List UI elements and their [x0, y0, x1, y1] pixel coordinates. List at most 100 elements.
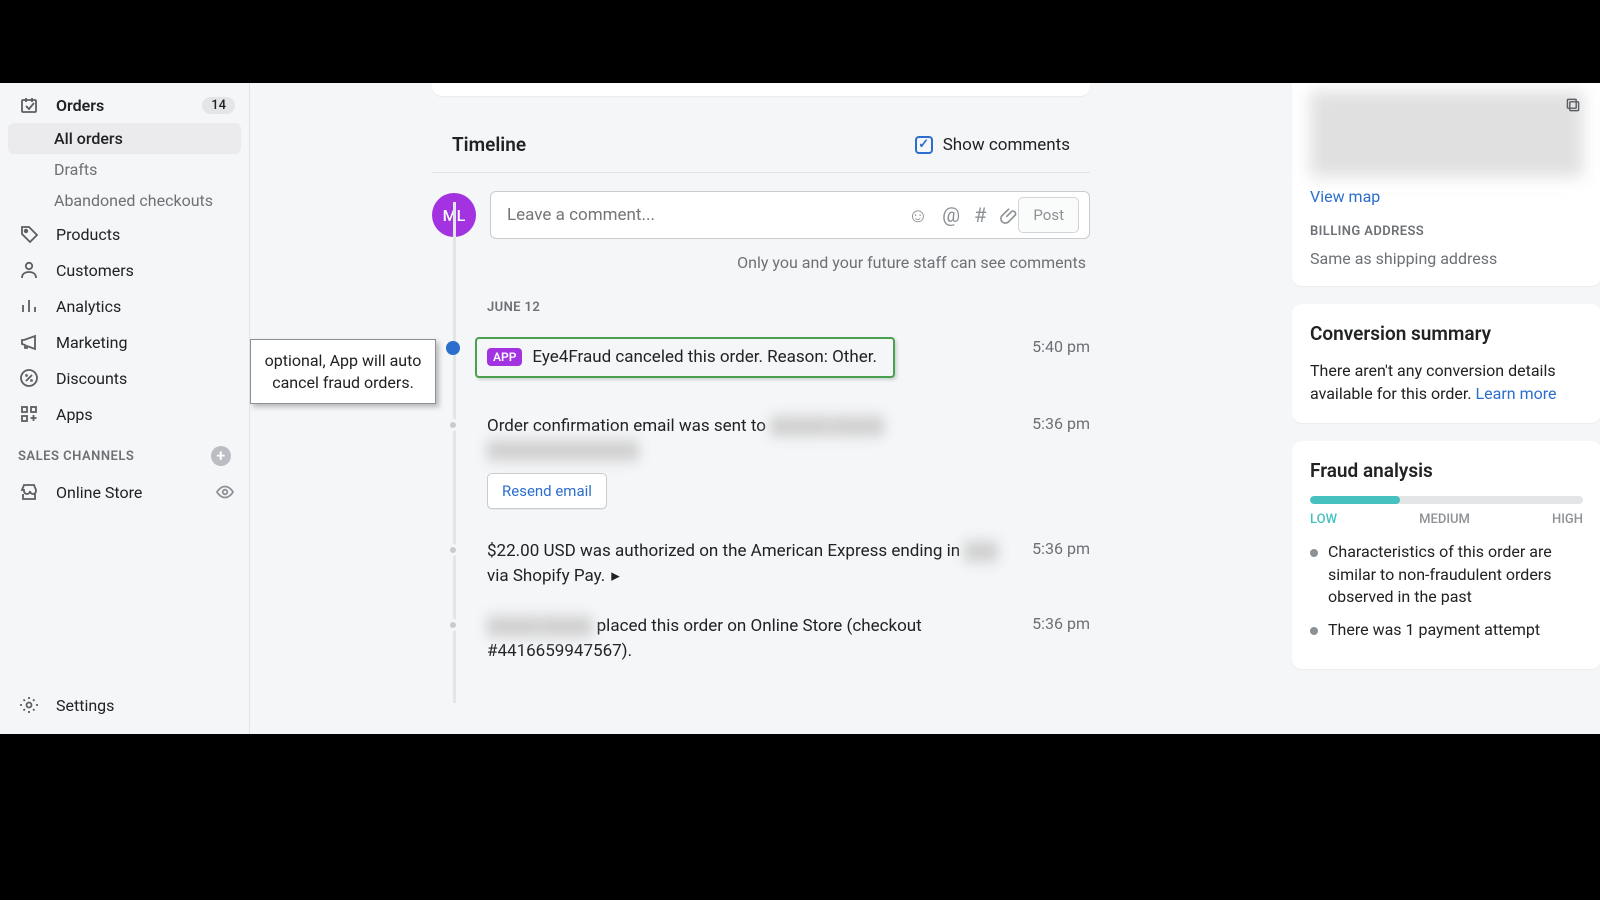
comment-toolbar: ☺ @ # — [908, 203, 1019, 228]
conversion-card: Conversion summary There aren't any conv… — [1292, 304, 1600, 423]
sidebar-item-customers[interactable]: Customers — [0, 252, 249, 288]
checkbox-icon: ✓ — [915, 136, 933, 154]
fraud-list-item: There was 1 payment attempt — [1310, 619, 1583, 641]
conversion-text: There aren't any conversion details avai… — [1310, 359, 1583, 405]
timeline-event-time: 5:36 pm — [1032, 614, 1090, 633]
sidebar-item-apps[interactable]: Apps — [0, 396, 249, 432]
resend-email-button[interactable]: Resend email — [487, 473, 607, 509]
customers-label: Customers — [56, 261, 134, 280]
app-frame: Orders 14 All orders Drafts Abandoned ch… — [0, 83, 1600, 734]
sidebar-item-marketing[interactable]: Marketing — [0, 324, 249, 360]
conversion-title: Conversion summary — [1310, 322, 1583, 345]
orders-badge: 14 — [202, 97, 235, 114]
settings-label: Settings — [56, 696, 114, 715]
timeline-item: xxxxxx xxxxxx placed this order on Onlin… — [487, 614, 1090, 663]
show-comments-label: Show comments — [943, 135, 1070, 155]
sidebar-nav: Orders 14 All orders Drafts Abandoned ch… — [0, 87, 249, 684]
timeline-dot-icon — [446, 341, 460, 355]
attachment-icon[interactable] — [1000, 206, 1018, 224]
marketing-label: Marketing — [56, 333, 127, 352]
tag-icon — [18, 223, 40, 245]
timeline-event-text: Eye4Fraud canceled this order. Reason: O… — [532, 347, 877, 367]
timeline-event-text: xxxxxx xxxxxx placed this order on Onlin… — [487, 614, 1016, 663]
sales-channels-header: SALES CHANNELS + — [0, 432, 249, 474]
sidebar-item-discounts[interactable]: Discounts — [0, 360, 249, 396]
fraud-meter-fill — [1310, 496, 1400, 504]
sidebar-item-all-orders[interactable]: All orders — [8, 123, 241, 154]
app-badge: APP — [487, 348, 522, 366]
redacted-address — [1310, 91, 1583, 177]
annotation-callout: optional, App will auto cancel fraud ord… — [250, 339, 436, 404]
comment-visibility-note: Only you and your future staff can see c… — [432, 239, 1090, 272]
chart-icon — [18, 295, 40, 317]
analytics-label: Analytics — [56, 297, 121, 316]
fraud-level-medium: MEDIUM — [1419, 512, 1470, 527]
timeline-body: JUNE 12 APP Eye4Fraud canceled this orde… — [432, 272, 1090, 663]
comment-input[interactable] — [507, 205, 908, 225]
post-button[interactable]: Post — [1018, 197, 1079, 233]
sidebar-item-drafts[interactable]: Drafts — [0, 154, 249, 185]
discount-icon — [18, 367, 40, 389]
fraud-title: Fraud analysis — [1310, 459, 1583, 482]
timeline-event-text[interactable]: $22.00 USD was authorized on the America… — [487, 539, 1016, 588]
view-map-link[interactable]: View map — [1310, 187, 1583, 206]
callout-text: optional, App will auto cancel fraud ord… — [265, 351, 422, 392]
megaphone-icon — [18, 331, 40, 353]
shipping-card: View map BILLING ADDRESS Same as shippin… — [1292, 83, 1600, 286]
fraud-card: Fraud analysis LOW MEDIUM HIGH Character… — [1292, 441, 1600, 669]
sidebar-item-abandoned[interactable]: Abandoned checkouts — [0, 185, 249, 216]
apps-icon — [18, 403, 40, 425]
letterbox-bottom — [0, 734, 1600, 900]
fraud-level-low: LOW — [1310, 512, 1337, 527]
expand-icon[interactable]: ▸ — [611, 566, 620, 586]
fraud-level-high: HIGH — [1552, 512, 1583, 527]
redacted-text: xxxxxx xxxxxx — [487, 614, 592, 639]
show-comments-toggle[interactable]: ✓ Show comments — [915, 135, 1070, 155]
fraud-list-item: Characteristics of this order are simila… — [1310, 541, 1583, 608]
timeline-item: Order confirmation email was sent to xxx… — [487, 414, 1090, 509]
store-icon — [18, 481, 40, 503]
sidebar-item-settings[interactable]: Settings — [0, 684, 249, 734]
card-top-stub — [432, 83, 1090, 96]
fraud-meter — [1310, 496, 1583, 504]
timeline-event-time: 5:36 pm — [1032, 539, 1090, 558]
gear-icon — [18, 694, 40, 716]
right-column: View map BILLING ADDRESS Same as shippin… — [1292, 83, 1600, 669]
letterbox-top — [0, 0, 1600, 83]
timeline-dot-icon — [447, 544, 459, 556]
products-label: Products — [56, 225, 120, 244]
billing-heading: BILLING ADDRESS — [1310, 224, 1583, 239]
billing-text: Same as shipping address — [1310, 249, 1583, 268]
add-channel-button[interactable]: + — [211, 446, 231, 466]
timeline-header: Timeline ✓ Show comments — [432, 123, 1090, 173]
timeline-item: $22.00 USD was authorized on the America… — [487, 539, 1090, 588]
discounts-label: Discounts — [56, 369, 127, 388]
hashtag-icon[interactable]: # — [974, 203, 986, 227]
copy-icon[interactable] — [1565, 97, 1583, 115]
timeline-title: Timeline — [452, 133, 526, 156]
view-store-icon[interactable] — [215, 482, 235, 502]
highlighted-event: APP Eye4Fraud canceled this order. Reaso… — [475, 337, 895, 378]
timeline-event-text: Order confirmation email was sent to xxx… — [487, 414, 884, 509]
timeline-event-time: 5:40 pm — [1032, 337, 1090, 356]
learn-more-link[interactable]: Learn more — [1476, 384, 1557, 403]
orders-icon — [18, 94, 40, 116]
sidebar-item-orders[interactable]: Orders 14 — [0, 87, 249, 123]
comment-composer: ML ☺ @ # Post — [432, 173, 1090, 239]
sidebar-item-products[interactable]: Products — [0, 216, 249, 252]
timeline-item: APP Eye4Fraud canceled this order. Reaso… — [487, 337, 1090, 378]
redacted-text: xxxxxxx xxxxxx — [770, 414, 884, 439]
redacted-text: xxxx — [964, 539, 998, 564]
fraud-analysis-list: Characteristics of this order are simila… — [1310, 541, 1583, 641]
redacted-text: xxxxxxxxxxxxxxxxxx — [487, 438, 639, 463]
comment-box: ☺ @ # Post — [490, 191, 1090, 239]
apps-label: Apps — [56, 405, 93, 424]
sidebar-item-online-store[interactable]: Online Store — [0, 474, 249, 510]
person-icon — [18, 259, 40, 281]
emoji-icon[interactable]: ☺ — [908, 203, 928, 228]
sidebar-item-analytics[interactable]: Analytics — [0, 288, 249, 324]
fraud-levels: LOW MEDIUM HIGH — [1310, 512, 1583, 527]
orders-label: Orders — [56, 96, 104, 115]
mention-icon[interactable]: @ — [942, 203, 960, 227]
timeline-section: Timeline ✓ Show comments ML ☺ @ # — [432, 123, 1090, 687]
